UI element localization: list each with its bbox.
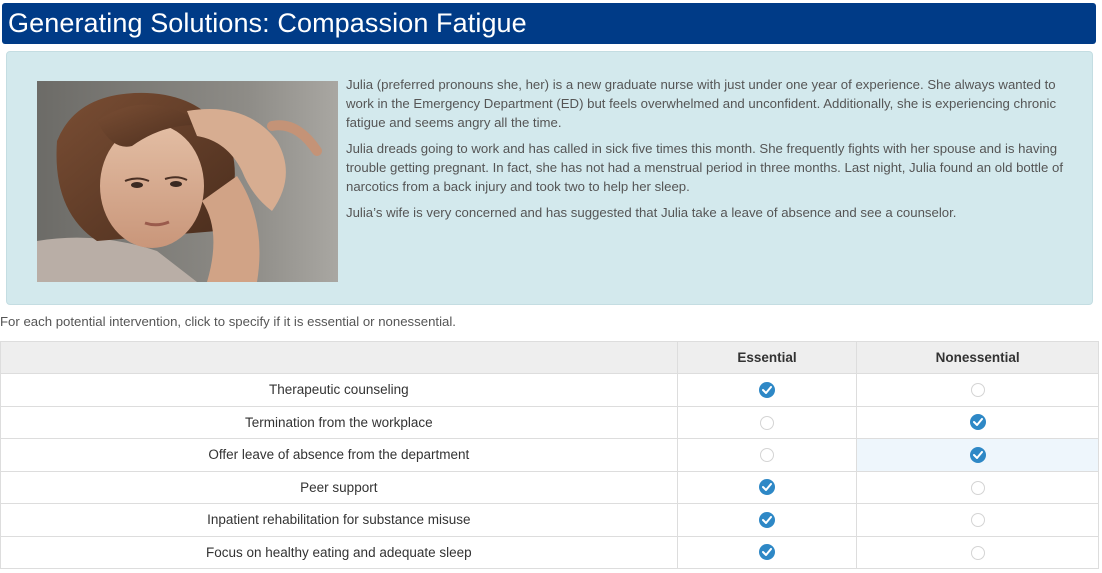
distressed-woman-photo: [37, 81, 338, 282]
essential-radio[interactable]: [759, 415, 774, 430]
nonessential-radio[interactable]: [969, 414, 986, 431]
grid-header-nonessential: Nonessential: [856, 341, 1099, 374]
grid-header-essential: Essential: [676, 341, 858, 374]
nonessential-radio[interactable]: [970, 480, 985, 495]
essential-cell[interactable]: [676, 373, 858, 407]
intervention-label: Focus on healthy eating and adequate sle…: [0, 535, 678, 569]
essential-cell[interactable]: [676, 503, 858, 537]
nonessential-cell[interactable]: [856, 405, 1099, 439]
scenario-paragraph: Julia dreads going to work and has calle…: [346, 141, 1063, 194]
photo-illustration: [37, 81, 338, 282]
essential-radio[interactable]: [758, 381, 775, 398]
essential-radio[interactable]: [758, 479, 775, 496]
nonessential-cell[interactable]: [856, 503, 1099, 537]
grid-row: Offer leave of absence from the departme…: [0, 438, 1099, 472]
essential-cell[interactable]: [676, 470, 858, 504]
essential-radio[interactable]: [758, 511, 775, 528]
grid-body: Therapeutic counseling Termination from t…: [0, 373, 1099, 569]
scenario-paragraph: Julia (preferred pronouns she, her) is a…: [346, 77, 1057, 130]
grid-row: Focus on healthy eating and adequate sle…: [0, 535, 1099, 569]
essential-cell[interactable]: [676, 535, 858, 569]
grid-row: Termination from the workplace: [0, 405, 1099, 439]
intervention-label: Therapeutic counseling: [0, 373, 678, 407]
essential-radio[interactable]: [758, 544, 775, 561]
grid-row: Therapeutic counseling: [0, 373, 1099, 407]
nonessential-radio[interactable]: [970, 383, 985, 398]
essential-cell[interactable]: [676, 438, 858, 472]
title-bar: Generating Solutions: Compassion Fatigue: [2, 3, 1096, 44]
grid-header-row: Essential Nonessential: [0, 341, 1099, 374]
grid-row: Peer support: [0, 470, 1099, 504]
page-title: Generating Solutions: Compassion Fatigue: [8, 8, 527, 38]
nonessential-cell[interactable]: [856, 470, 1099, 504]
intervention-label: Offer leave of absence from the departme…: [0, 438, 678, 472]
scenario-panel: Julia (preferred pronouns she, her) is a…: [6, 51, 1093, 305]
grid-row: Inpatient rehabilitation for substance m…: [0, 503, 1099, 537]
nonessential-cell[interactable]: [856, 535, 1099, 569]
intervention-label: Inpatient rehabilitation for substance m…: [0, 503, 678, 537]
instructions-text: For each potential intervention, click t…: [0, 314, 456, 329]
intervention-label: Peer support: [0, 470, 678, 504]
scenario-text: Julia (preferred pronouns she, her) is a…: [346, 75, 1081, 229]
grid-header-intervention: [0, 341, 678, 374]
essential-cell[interactable]: [676, 405, 858, 439]
nonessential-cell[interactable]: [856, 438, 1099, 472]
essential-radio[interactable]: [759, 448, 774, 463]
nonessential-cell[interactable]: [856, 373, 1099, 407]
nonessential-radio[interactable]: [969, 446, 986, 463]
scenario-paragraph: Julia’s wife is very concerned and has s…: [346, 205, 957, 220]
intervention-grid: Essential Nonessential Therapeutic couns…: [0, 341, 1099, 569]
nonessential-radio[interactable]: [970, 545, 985, 560]
nonessential-radio[interactable]: [970, 513, 985, 528]
intervention-label: Termination from the workplace: [0, 405, 678, 439]
